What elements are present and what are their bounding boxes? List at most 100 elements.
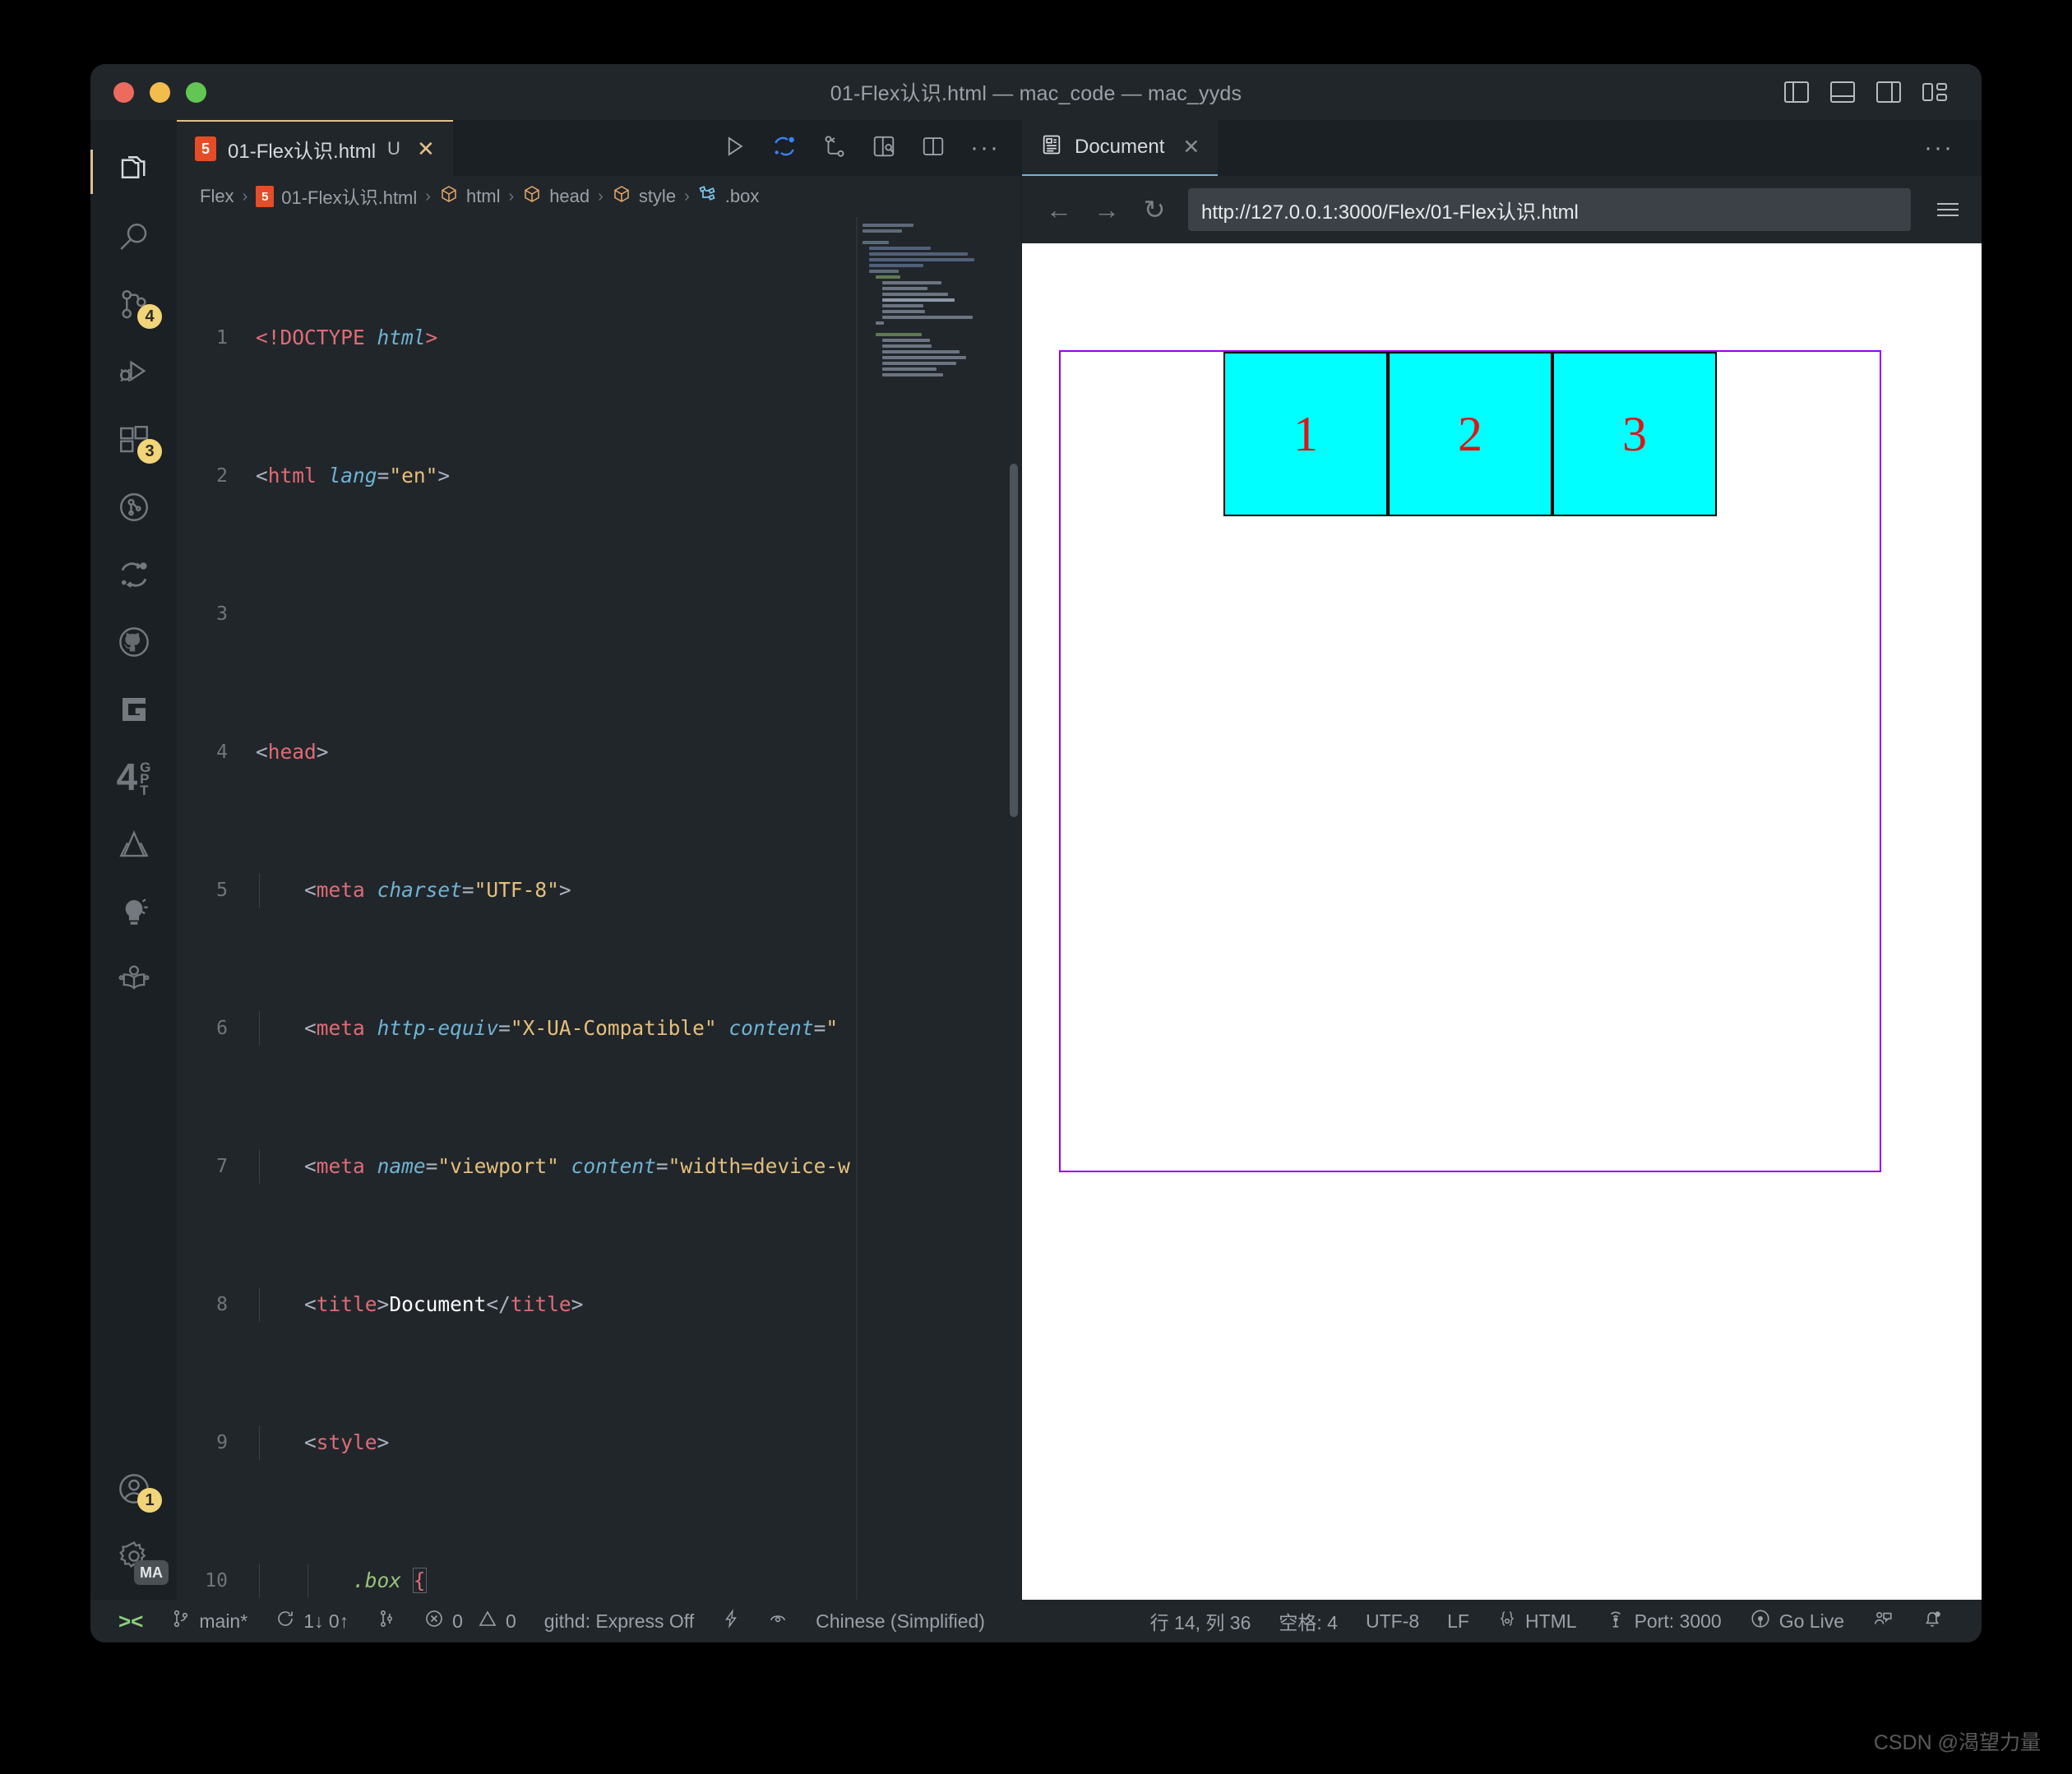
sidebar-item-accounts[interactable]: 1 xyxy=(90,1457,177,1524)
window-title: 01-Flex认识.html — mac_code — mac_yyds xyxy=(830,82,1242,105)
breadcrumb-label: 01-Flex认识.html xyxy=(281,187,418,208)
sidebar-item-run-and-debug[interactable] xyxy=(90,340,177,408)
status-sync-changes[interactable]: 1↓ 0↑ xyxy=(261,1609,363,1633)
sidebar-item-reader[interactable] xyxy=(90,947,177,1014)
status-language-mode[interactable]: HTML xyxy=(1483,1608,1591,1634)
status-cursor-position[interactable]: 行 14, 列 36 xyxy=(1147,1607,1265,1635)
url-input[interactable]: http://127.0.0.1:3000/Flex/01-Flex认识.htm… xyxy=(1188,188,1911,231)
editor-fold-shadow xyxy=(856,217,858,1600)
status-eye[interactable] xyxy=(754,1609,802,1633)
breadcrumb-item-head[interactable]: head xyxy=(522,184,590,209)
code-line: 5 <meta charset="UTF-8"> xyxy=(177,873,1021,908)
mountains-icon xyxy=(117,827,151,866)
sidebar-item-search[interactable] xyxy=(90,206,177,273)
html5-icon: 5 xyxy=(195,136,216,161)
status-feedback[interactable] xyxy=(1858,1608,1908,1634)
status-lightning[interactable] xyxy=(708,1608,754,1634)
breadcrumb-item-file[interactable]: 5 01-Flex认识.html xyxy=(256,183,417,210)
sidebar-item-source-control[interactable]: 4 xyxy=(90,273,177,340)
status-live-server-port[interactable]: Port: 3000 xyxy=(1591,1608,1736,1634)
preview-tab-label: Document xyxy=(1075,136,1165,158)
source-control-compare-icon[interactable] xyxy=(822,134,847,163)
files-icon xyxy=(117,153,151,192)
toggle-primary-sidebar-icon[interactable] xyxy=(1784,81,1809,103)
encoding-label: UTF-8 xyxy=(1365,1610,1420,1632)
editor-group: 5 01-Flex认识.html U ✕ ··· Flex › 5 01-Fle… xyxy=(177,120,1021,1600)
sidebar-item-github[interactable] xyxy=(90,610,177,677)
breadcrumb-separator: › xyxy=(425,187,431,206)
eol-label: LF xyxy=(1447,1610,1469,1632)
preview-more-actions-icon[interactable]: ··· xyxy=(1924,120,1982,176)
editor-scrollbar[interactable] xyxy=(1010,464,1018,817)
toggle-panel-icon[interactable] xyxy=(1830,81,1855,103)
breadcrumb-item-flex[interactable]: Flex xyxy=(200,186,234,207)
breadcrumb-separator: › xyxy=(684,187,690,206)
warning-icon xyxy=(478,1609,497,1633)
more-actions-icon[interactable]: ··· xyxy=(970,134,1000,162)
code-editor[interactable]: 1 <!DOCTYPE html> 2 <html lang="en"> 3 4 <h… xyxy=(177,217,1021,1600)
sidebar-item-gpt4[interactable]: 4 G P T xyxy=(90,745,177,812)
sidebar-item-explorer[interactable] xyxy=(90,138,177,206)
status-remote-host[interactable]: >< xyxy=(115,1609,157,1634)
minimap[interactable] xyxy=(863,224,1006,392)
reload-button[interactable]: ↻ xyxy=(1140,194,1168,225)
status-bar-right: 行 14, 列 36 空格: 4 UTF-8 LF HTML Port: 300… xyxy=(1147,1607,1957,1635)
status-problems[interactable]: 0 0 xyxy=(410,1609,530,1633)
sidebar-item-extensions[interactable]: 3 xyxy=(90,408,177,475)
reader-icon xyxy=(117,962,151,1000)
status-githd[interactable]: githd: Express Off xyxy=(530,1610,708,1633)
status-eol[interactable]: LF xyxy=(1433,1610,1483,1633)
status-language-pack[interactable]: Chinese (Simplified) xyxy=(802,1610,999,1633)
sidebar-item-diff[interactable] xyxy=(90,543,177,610)
status-encoding[interactable]: UTF-8 xyxy=(1352,1610,1433,1633)
status-notifications[interactable] xyxy=(1908,1608,1957,1634)
sidebar-item-manage-settings[interactable]: MA xyxy=(90,1524,177,1592)
status-indentation[interactable]: 空格: 4 xyxy=(1265,1607,1352,1635)
hamburger-icon[interactable] xyxy=(1937,203,1959,216)
sidebar-item-ideas[interactable] xyxy=(90,880,177,947)
forward-button[interactable]: → xyxy=(1093,195,1121,225)
toggle-secondary-sidebar-icon[interactable] xyxy=(1876,81,1901,103)
breadcrumb-item-html[interactable]: html xyxy=(439,184,501,209)
browser-preview-panel: Document ✕ ··· ← → ↻ http://127.0.0.1:30… xyxy=(1021,120,1982,1600)
sidebar-item-gitlens[interactable] xyxy=(90,677,177,745)
breadcrumb-label: style xyxy=(638,186,677,206)
braces-icon xyxy=(1497,1608,1517,1634)
window-traffic-lights xyxy=(90,81,206,103)
diff-icon[interactable] xyxy=(771,133,798,164)
browser-url-bar: ← → ↻ http://127.0.0.1:3000/Flex/01-Flex… xyxy=(1022,176,1982,243)
symbol-cube-icon xyxy=(522,184,542,209)
status-git-compare[interactable] xyxy=(363,1608,410,1634)
githd-label: githd: Express Off xyxy=(543,1610,695,1632)
preview-icon xyxy=(1040,133,1063,162)
test-beaker-icon xyxy=(117,490,151,529)
symbol-cube-icon xyxy=(612,184,631,209)
close-icon[interactable]: ✕ xyxy=(1182,135,1200,159)
title-bar: 01-Flex认识.html — mac_code — mac_yyds xyxy=(90,64,1982,120)
split-editor-icon[interactable] xyxy=(921,134,946,163)
status-go-live[interactable]: Go Live xyxy=(1736,1608,1858,1634)
code-line: 9 <style> xyxy=(177,1425,1021,1460)
code-content[interactable]: 1 <!DOCTYPE html> 2 <html lang="en"> 3 4 <h… xyxy=(177,217,1021,1600)
customize-layout-icon[interactable] xyxy=(1922,81,1947,103)
breadcrumb-item-box[interactable]: .box xyxy=(698,184,759,209)
tab-document-preview[interactable]: Document ✕ xyxy=(1022,120,1219,176)
status-git-branch[interactable]: main* xyxy=(157,1608,261,1634)
error-icon xyxy=(424,1609,444,1633)
code-line: 4 <head> xyxy=(216,740,329,764)
minimize-window-button[interactable] xyxy=(150,81,170,103)
split-preview-icon[interactable] xyxy=(872,134,896,163)
back-button[interactable]: ← xyxy=(1045,195,1073,225)
sidebar-item-mountains[interactable] xyxy=(90,812,177,880)
search-icon xyxy=(117,220,151,259)
watermark: CSDN @渴望力量 xyxy=(1873,1731,2041,1754)
run-icon[interactable] xyxy=(722,134,747,163)
close-icon[interactable]: ✕ xyxy=(417,136,435,162)
sidebar-item-testing[interactable] xyxy=(90,475,177,543)
breadcrumb-separator: › xyxy=(598,187,604,206)
tab-01-flex-html[interactable]: 5 01-Flex认识.html U ✕ xyxy=(177,120,453,176)
maximize-window-button[interactable] xyxy=(186,81,206,103)
close-window-button[interactable] xyxy=(113,81,134,103)
gpt4-icon: 4 G P T xyxy=(117,758,151,797)
breadcrumb-item-style[interactable]: style xyxy=(612,184,676,209)
